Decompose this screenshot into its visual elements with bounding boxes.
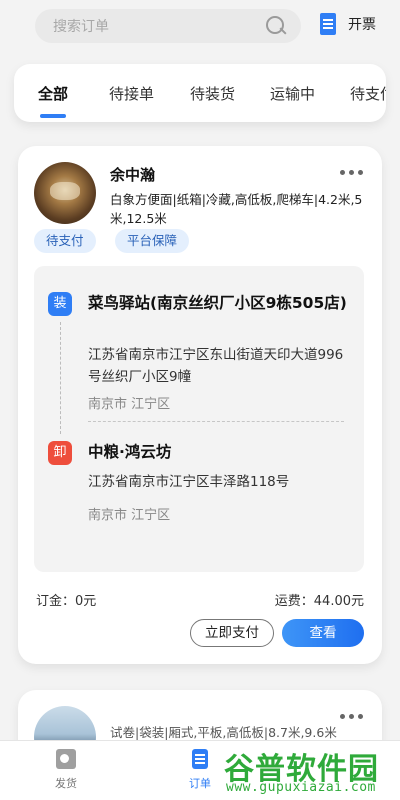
nav-label-orders: 订单 <box>189 777 211 790</box>
tab-in-transit[interactable]: 运输中 <box>270 83 315 104</box>
freight-amount: 运费：44.00元 <box>274 594 364 609</box>
unload-tag: 卸 <box>48 441 72 465</box>
more-icon[interactable] <box>340 170 364 176</box>
divider <box>88 421 344 422</box>
cargo-description: 白象方便面|纸箱|冷藏,高低板,爬梯车|4.2米,5米,12.5米 <box>110 192 363 226</box>
cargo-description: 试卷|袋装|厢式,平板,高低板|8.7米,9.6米 <box>110 725 337 740</box>
load-tag: 装 <box>48 292 72 316</box>
tab-all[interactable]: 全部 <box>38 83 68 104</box>
more-icon[interactable] <box>340 714 364 720</box>
tab-pending-payment[interactable]: 待支付 <box>350 83 386 104</box>
unload-city: 南京市 江宁区 <box>88 508 171 523</box>
shipper-name: 余中瀚 <box>110 166 156 184</box>
search-icon[interactable] <box>265 15 287 37</box>
load-city: 南京市 江宁区 <box>88 397 171 412</box>
unload-address: 江苏省南京市江宁区丰泽路118号 <box>88 474 290 490</box>
tab-pending-load[interactable]: 待装货 <box>190 83 235 104</box>
active-tab-indicator <box>40 114 66 118</box>
tab-pending-accept[interactable]: 待接单 <box>109 83 154 104</box>
avatar <box>34 162 96 224</box>
guarantee-badge: 平台保障 <box>115 229 190 253</box>
status-badge: 待支付 <box>34 229 96 253</box>
load-address: 江苏省南京市江宁区东山街道天印大道996号丝织厂小区9幢 <box>88 347 344 385</box>
route-panel: 装 菜鸟驿站(南京丝织厂小区9栋505店) 江苏省南京市江宁区东山街道天印大道9… <box>34 266 364 572</box>
search-placeholder[interactable]: 搜索订单 <box>53 16 265 36</box>
order-card[interactable]: 余中瀚 白象方便面|纸箱|冷藏,高低板,爬梯车|4.2米,5米,12.5米 待支… <box>18 146 382 664</box>
nav-item-orders[interactable]: 订单 <box>175 749 225 791</box>
pay-now-button[interactable]: 立即支付 <box>190 619 274 647</box>
invoice-button[interactable]: 开票 <box>320 13 376 35</box>
deposit-amount: 订金：0元 <box>36 594 97 609</box>
invoice-icon <box>320 13 336 35</box>
truck-icon <box>56 749 76 769</box>
order-status-tabs: 全部 待接单 待装货 运输中 待支付 <box>14 64 386 122</box>
nav-item-ship[interactable]: 发货 <box>41 749 91 791</box>
watermark: 谷普软件园 www.gupuxiazai.com <box>224 742 400 800</box>
search-box[interactable]: 搜索订单 <box>35 9 301 43</box>
route-connector <box>60 322 61 434</box>
view-button[interactable]: 查看 <box>282 619 364 647</box>
unload-location-name: 中粮·鸿云坊 <box>88 443 172 461</box>
order-icon <box>192 749 208 769</box>
invoice-label: 开票 <box>348 17 376 33</box>
nav-label-ship: 发货 <box>55 777 77 790</box>
top-bar: 搜索订单 开票 <box>0 0 400 56</box>
watermark-url: www.gupuxiazai.com <box>226 780 376 795</box>
load-location-name: 菜鸟驿站(南京丝织厂小区9栋505店) <box>88 294 347 312</box>
